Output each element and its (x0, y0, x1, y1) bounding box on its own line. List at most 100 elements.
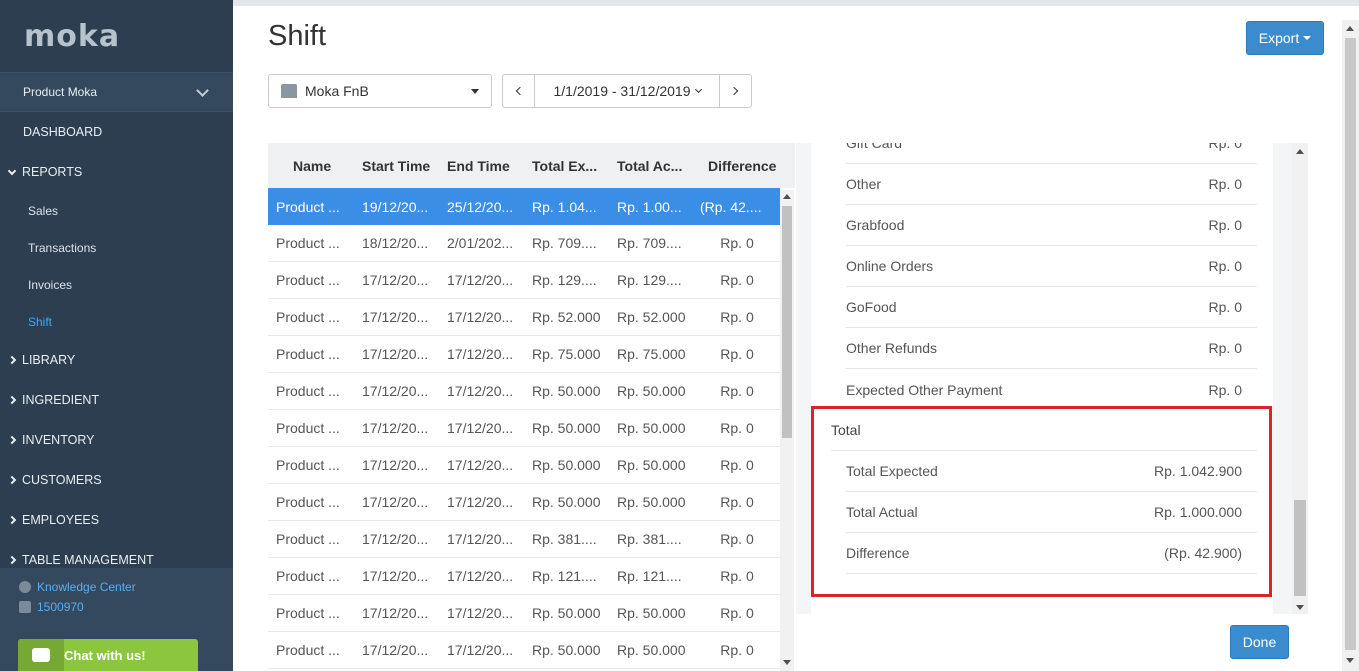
table-row[interactable]: Product ... 17/12/20... 17/12/20... Rp. 129… (268, 262, 780, 299)
cell-total-actual: Rp. 121.... (617, 568, 682, 584)
payment-row-other-refunds: Other Refunds Rp. 0 (846, 328, 1257, 369)
cell-start-time: 17/12/20... (362, 420, 429, 436)
knowledge-center-link[interactable]: Knowledge Center (0, 577, 233, 597)
scrollbar-thumb[interactable] (1294, 500, 1306, 596)
cell-name: Product ... (276, 494, 340, 510)
scrollbar-thumb[interactable] (782, 206, 792, 438)
cell-end-time: 17/12/20... (447, 346, 514, 362)
logo-text: moka (24, 18, 121, 54)
payment-row-other: Other Rp. 0 (846, 164, 1257, 205)
table-header: Name Start Time End Time Total Ex... Tot… (268, 143, 795, 188)
table-row[interactable]: Product ... 19/12/20... 25/12/20... Rp. 1.0… (268, 188, 780, 225)
cell-total-actual: Rp. 50.000 (617, 420, 686, 436)
scroll-down-arrow-icon[interactable] (1296, 605, 1304, 610)
outlet-dropdown[interactable]: Moka FnB (268, 74, 492, 108)
chevron-right-icon (7, 555, 17, 565)
payment-row-grabfood: Grabfood Rp. 0 (846, 205, 1257, 246)
total-highlight-box (811, 406, 1272, 597)
payment-row-gofood: GoFood Rp. 0 (846, 287, 1257, 328)
cell-name: Product ... (276, 198, 340, 215)
sidebar-item-invoices[interactable]: Invoices (0, 266, 233, 303)
cell-start-time: 19/12/20... (362, 198, 429, 215)
scroll-up-arrow-icon[interactable] (783, 194, 791, 199)
table-row[interactable]: Product ... 18/12/20... 2/01/202... Rp. 709… (268, 225, 780, 262)
caret-down-icon (471, 88, 479, 94)
table-row[interactable]: Product ... 17/12/20... 17/12/20... Rp. 121… (268, 558, 780, 595)
scroll-up-arrow-icon[interactable] (1296, 149, 1304, 154)
sidebar-item-reports[interactable]: REPORTS (0, 152, 233, 192)
cell-end-time: 2/01/202... (447, 235, 514, 251)
cell-total-expected: Rp. 52.000 (532, 309, 601, 325)
payment-row-expected-other-payment: Expected Other Payment Rp. 0 (846, 369, 1257, 410)
cell-start-time: 17/12/20... (362, 272, 429, 288)
chat-label: Chat with us! (64, 647, 146, 663)
payment-label: Grabfood (846, 217, 905, 233)
column-header-total-actual[interactable]: Total Ac... (609, 143, 694, 188)
date-range-dropdown[interactable]: 1/1/2019 - 31/12/2019 (535, 75, 719, 107)
next-period-button[interactable] (719, 75, 751, 107)
table-row[interactable]: Product ... 17/12/20... 17/12/20... Rp. 50.… (268, 632, 780, 669)
chevron-right-icon (7, 515, 17, 525)
scroll-up-arrow-icon[interactable] (1346, 26, 1354, 31)
sidebar-item-transactions[interactable]: Transactions (0, 229, 233, 266)
cell-end-time: 17/12/20... (447, 494, 514, 510)
phone-link[interactable]: 1500970 (0, 597, 233, 617)
cell-difference: Rp. 0 (720, 420, 754, 436)
table-row[interactable]: Product ... 17/12/20... 17/12/20... Rp. 52.… (268, 299, 780, 336)
sidebar-item-label: Shift (28, 314, 53, 329)
moka-logo[interactable]: moka (0, 0, 233, 72)
cell-name: Product ... (276, 568, 340, 584)
scrollbar-thumb[interactable] (1345, 38, 1356, 650)
sidebar-item-sales[interactable]: Sales (0, 192, 233, 229)
cell-difference: Rp. 0 (720, 605, 754, 621)
cell-end-time: 17/12/20... (447, 605, 514, 621)
cell-end-time: 17/12/20... (447, 420, 514, 436)
sidebar-item-inventory[interactable]: INVENTORY (0, 420, 233, 460)
outlet-dropdown-value: Moka FnB (305, 83, 369, 99)
sidebar-item-customers[interactable]: CUSTOMERS (0, 460, 233, 500)
export-button[interactable]: Export (1246, 21, 1324, 55)
column-header-difference[interactable]: Difference (694, 143, 780, 188)
cell-total-expected: Rp. 50.000 (532, 420, 601, 436)
caret-down-icon (1303, 36, 1312, 40)
table-scrollbar[interactable] (780, 190, 794, 671)
page-scrollbar[interactable] (1342, 20, 1359, 671)
column-header-name[interactable]: Name (268, 143, 354, 188)
payment-value: Rp. 0 (1208, 258, 1242, 274)
payment-label: Other (846, 176, 882, 192)
scroll-down-arrow-icon[interactable] (1346, 658, 1354, 663)
payment-value: Rp. 0 (1208, 381, 1242, 398)
page-title: Shift (268, 20, 327, 52)
sidebar-item-dashboard[interactable]: DASHBOARD (0, 112, 233, 152)
done-button[interactable]: Done (1230, 625, 1289, 659)
cell-total-actual: Rp. 52.000 (617, 309, 686, 325)
column-header-end-time[interactable]: End Time (439, 143, 524, 188)
table-row[interactable]: Product ... 17/12/20... 17/12/20... Rp. 381… (268, 521, 780, 558)
sidebar-item-shift[interactable]: Shift (0, 303, 233, 340)
table-row[interactable]: Product ... 17/12/20... 17/12/20... Rp. 50.… (268, 410, 780, 447)
table-row[interactable]: Product ... 17/12/20... 17/12/20... Rp. 75.… (268, 336, 780, 373)
chevron-right-icon (7, 355, 17, 365)
sidebar-item-library[interactable]: LIBRARY (0, 340, 233, 380)
cell-start-time: 17/12/20... (362, 605, 429, 621)
column-header-total-expected[interactable]: Total Ex... (524, 143, 609, 188)
sidebar-item-employees[interactable]: EMPLOYEES (0, 500, 233, 540)
scroll-down-arrow-icon[interactable] (783, 660, 791, 665)
chat-button[interactable]: Chat with us! (18, 639, 198, 671)
cell-difference: Rp. 0 (720, 235, 754, 251)
outlet-switcher[interactable]: Product Moka (0, 72, 233, 112)
payment-row-online-orders: Online Orders Rp. 0 (846, 246, 1257, 287)
detail-scrollbar[interactable] (1292, 143, 1308, 614)
cell-difference: Rp. 0 (720, 642, 754, 658)
cell-end-time: 17/12/20... (447, 272, 514, 288)
payment-label: GoFood (846, 299, 897, 315)
phone-number: 1500970 (37, 600, 84, 614)
table-row[interactable]: Product ... 17/12/20... 17/12/20... Rp. 50.… (268, 447, 780, 484)
table-row[interactable]: Product ... 17/12/20... 17/12/20... Rp. 50.… (268, 595, 780, 632)
table-row[interactable]: Product ... 17/12/20... 17/12/20... Rp. 50.… (268, 484, 780, 521)
table-row[interactable]: Product ... 17/12/20... 17/12/20... Rp. 50.… (268, 373, 780, 410)
column-header-start-time[interactable]: Start Time (354, 143, 439, 188)
previous-period-button[interactable] (503, 75, 535, 107)
sidebar-item-ingredient[interactable]: INGREDIENT (0, 380, 233, 420)
cell-total-actual: Rp. 50.000 (617, 642, 686, 658)
